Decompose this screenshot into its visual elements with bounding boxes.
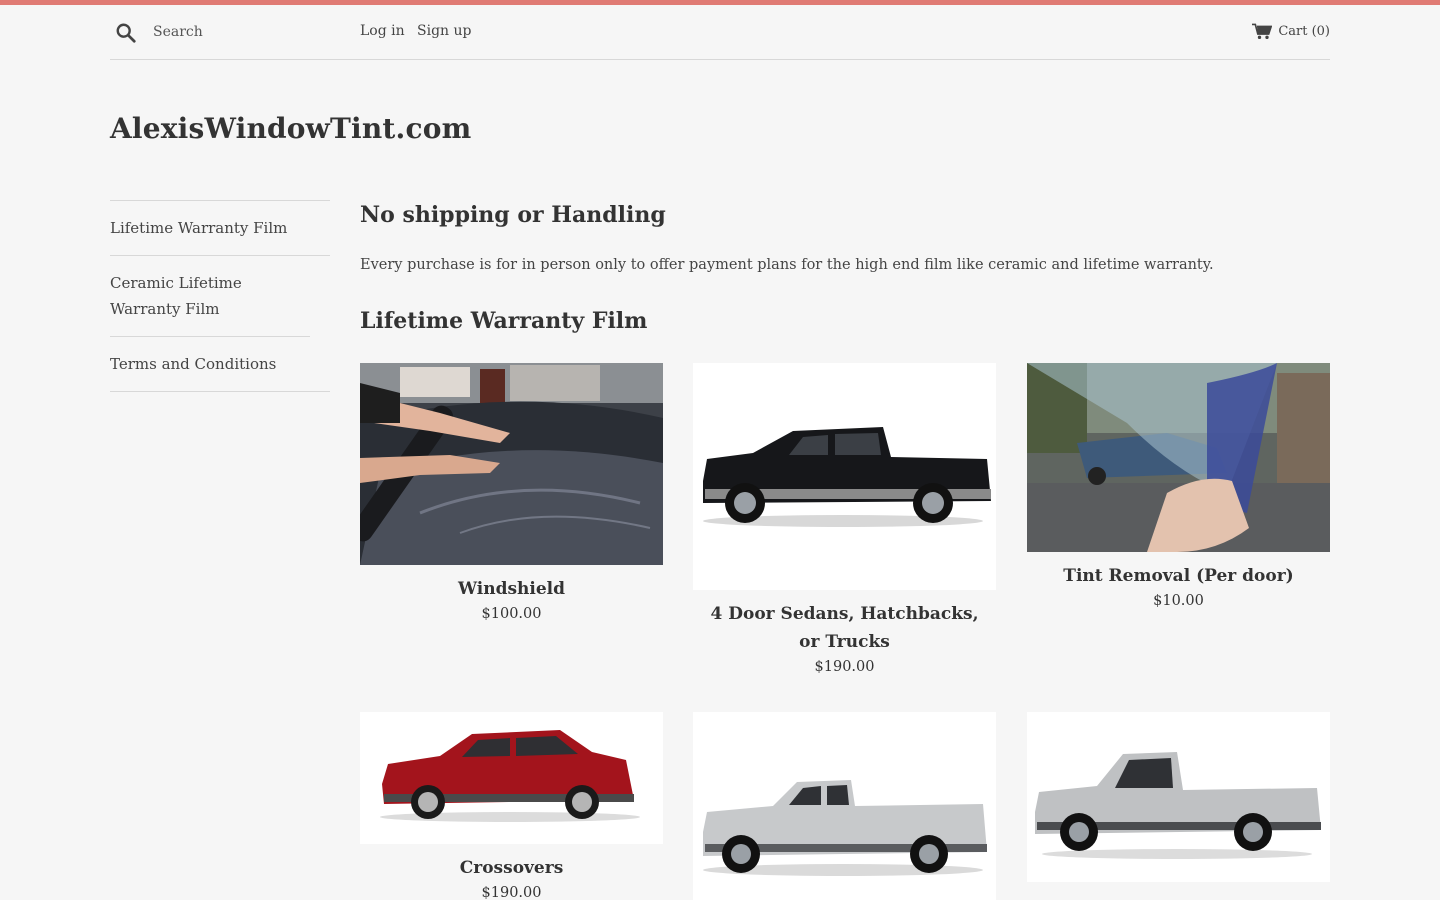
product-title[interactable]: 4 Door Sedans, Hatchbacks, or Trucks: [693, 600, 996, 656]
page-title: No shipping or Handling: [360, 202, 666, 228]
product-image[interactable]: [693, 363, 996, 590]
page-intro: Every purchase is for in person only to …: [360, 257, 1214, 273]
product-card-windshield[interactable]: Windshield $100.00: [360, 363, 663, 625]
site-title[interactable]: AlexisWindowTint.com: [110, 112, 471, 145]
product-card-crossovers[interactable]: Crossovers $190.00: [360, 712, 663, 900]
product-image[interactable]: [360, 712, 663, 844]
product-price: $100.00: [481, 606, 542, 622]
product-image[interactable]: [693, 712, 996, 900]
signup-link[interactable]: Sign up: [417, 23, 471, 39]
search-icon[interactable]: [115, 22, 137, 44]
product-image[interactable]: [360, 363, 663, 565]
sidebar-item-ceramic-lifetime-warranty-film[interactable]: Ceramic Lifetime Warranty Film: [110, 256, 310, 337]
cart-icon: [1252, 23, 1273, 39]
product-price: $190.00: [814, 659, 875, 675]
product-card-tint-removal[interactable]: Tint Removal (Per door) $10.00: [1027, 363, 1330, 612]
product-card-4-door-sedans[interactable]: 4 Door Sedans, Hatchbacks, or Trucks $19…: [693, 363, 996, 678]
sidebar-nav: Lifetime Warranty Film Ceramic Lifetime …: [110, 200, 330, 392]
product-title[interactable]: Windshield: [360, 575, 663, 603]
product-price: $190.00: [481, 885, 542, 900]
product-image[interactable]: [1027, 363, 1330, 552]
search-input[interactable]: [153, 19, 343, 45]
site-header: Log in Sign up Cart (0): [110, 5, 1330, 60]
product-image[interactable]: [1027, 712, 1330, 882]
sidebar-item-lifetime-warranty-film[interactable]: Lifetime Warranty Film: [110, 201, 330, 256]
product-card-single-cab[interactable]: [1027, 712, 1330, 892]
cart-label: Cart (0): [1278, 24, 1330, 39]
main-content: No shipping or Handling Every purchase i…: [360, 200, 1330, 900]
product-title[interactable]: Crossovers: [360, 854, 663, 882]
collection-title: Lifetime Warranty Film: [360, 308, 648, 334]
login-link[interactable]: Log in: [360, 23, 405, 39]
product-title[interactable]: Tint Removal (Per door): [1027, 562, 1330, 590]
sidebar-item-terms-and-conditions[interactable]: Terms and Conditions: [110, 337, 330, 392]
product-price: $10.00: [1153, 593, 1204, 609]
product-card-extended-cab[interactable]: [693, 712, 996, 900]
cart-link[interactable]: Cart (0): [1252, 23, 1330, 40]
